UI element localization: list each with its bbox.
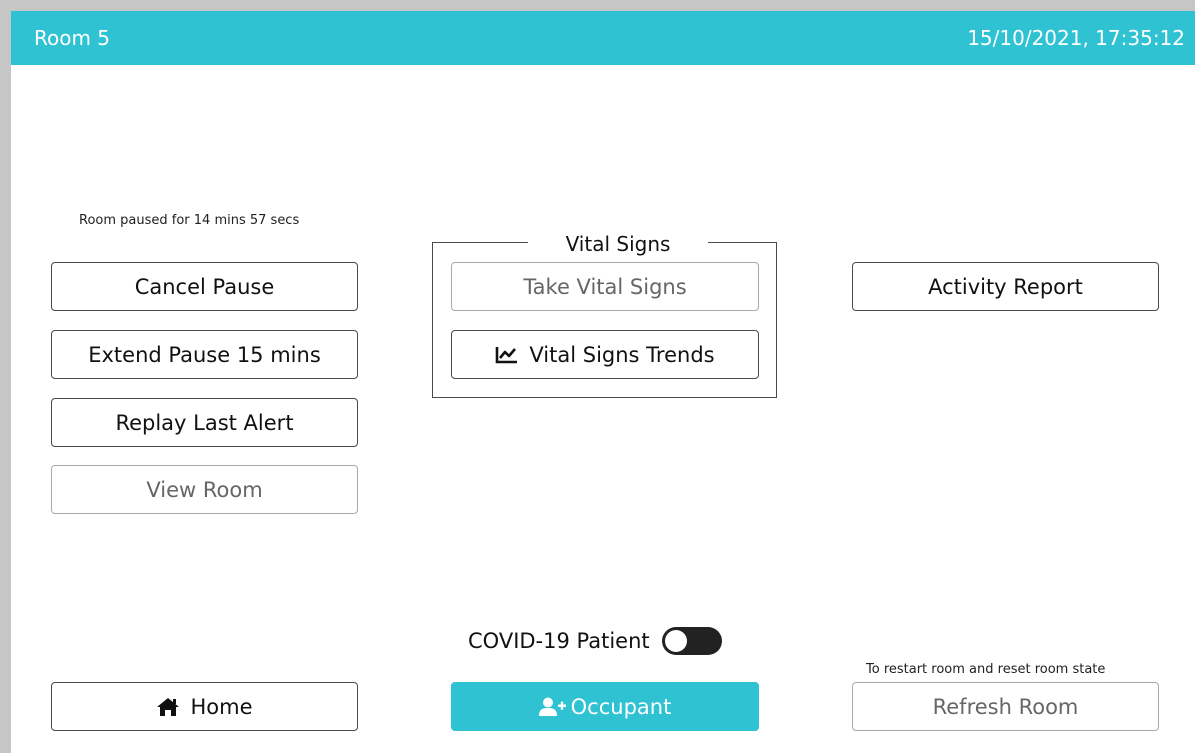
- covid-label: COVID-19 Patient: [468, 629, 650, 653]
- replay-last-alert-button[interactable]: Replay Last Alert: [51, 398, 358, 447]
- header-bar: Room 5 15/10/2021, 17:35:12: [11, 11, 1195, 65]
- datetime-display: 15/10/2021, 17:35:12: [967, 26, 1185, 50]
- take-vital-signs-button[interactable]: Take Vital Signs: [451, 262, 759, 311]
- pause-status-text: Room paused for 14 mins 57 secs: [79, 213, 300, 228]
- occupant-label: Occupant: [570, 694, 672, 719]
- home-label: Home: [190, 694, 253, 719]
- view-room-label: View Room: [146, 477, 263, 502]
- home-icon: [156, 697, 180, 717]
- activity-report-label: Activity Report: [928, 274, 1083, 299]
- user-plus-icon: [538, 697, 567, 717]
- replay-last-alert-label: Replay Last Alert: [115, 410, 294, 435]
- window-border-left: [0, 0, 11, 753]
- activity-report-button[interactable]: Activity Report: [852, 262, 1159, 311]
- toggle-knob: [664, 630, 687, 652]
- refresh-room-button[interactable]: Refresh Room: [852, 682, 1159, 731]
- covid-toggle[interactable]: [661, 627, 722, 655]
- vital-signs-legend: Vital Signs: [528, 229, 708, 259]
- refresh-room-label: Refresh Room: [932, 694, 1079, 719]
- take-vital-signs-label: Take Vital Signs: [523, 274, 687, 299]
- room-title: Room 5: [34, 26, 111, 50]
- cancel-pause-label: Cancel Pause: [134, 274, 275, 299]
- vital-signs-trends-button[interactable]: Vital Signs Trends: [451, 330, 759, 379]
- extend-pause-button[interactable]: Extend Pause 15 mins: [51, 330, 358, 379]
- home-button[interactable]: Home: [51, 682, 358, 731]
- app-window: Room 5 15/10/2021, 17:35:12 Room paused …: [0, 0, 1195, 753]
- view-room-button[interactable]: View Room: [51, 465, 358, 514]
- vital-signs-trends-label: Vital Signs Trends: [529, 342, 715, 367]
- extend-pause-label: Extend Pause 15 mins: [88, 342, 321, 367]
- cancel-pause-button[interactable]: Cancel Pause: [51, 262, 358, 311]
- covid-toggle-row: COVID-19 Patient: [468, 624, 722, 658]
- add-occupant-button[interactable]: Occupant: [451, 682, 759, 731]
- window-border-top: [0, 0, 1195, 11]
- chart-line-icon: [495, 345, 519, 365]
- refresh-hint-text: To restart room and reset room state: [866, 662, 1106, 677]
